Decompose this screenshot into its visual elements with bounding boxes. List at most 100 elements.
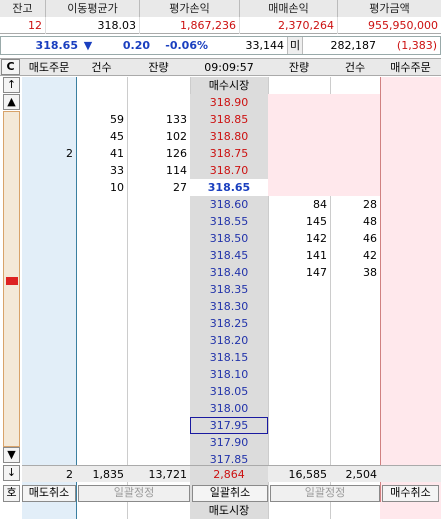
buy-qty-cell: [268, 145, 330, 162]
total-buy-count: 2,504: [345, 468, 378, 481]
price-cell[interactable]: 318.15: [190, 349, 268, 366]
buy-count-cell: [330, 315, 380, 332]
sell-order-cell[interactable]: [22, 332, 76, 349]
sell-order-cell[interactable]: [22, 230, 76, 247]
buy-order-cell[interactable]: [380, 383, 441, 400]
sell-order-cell[interactable]: [22, 162, 76, 179]
sell-qty-cell: [127, 196, 190, 213]
page-down-button[interactable]: ▼: [3, 447, 20, 463]
sell-order-cell[interactable]: [22, 264, 76, 281]
sell-order-cell[interactable]: [22, 213, 76, 230]
price-cell[interactable]: 318.05: [190, 383, 268, 400]
buy-qty-cell: 84: [313, 198, 327, 211]
buy-order-cell[interactable]: [380, 179, 441, 196]
open-interest: 282,187: [330, 39, 377, 52]
cancel-buy-button[interactable]: 매수취소: [382, 485, 439, 502]
book-row: 318.60 84 28: [22, 196, 441, 213]
buy-order-cell[interactable]: [380, 196, 441, 213]
buy-order-cell[interactable]: [380, 366, 441, 383]
sell-order-cell[interactable]: [22, 366, 76, 383]
book-row: 318.00: [22, 400, 441, 417]
sell-order-cell[interactable]: [22, 400, 76, 417]
price-cell[interactable]: 317.90: [190, 434, 268, 451]
sell-order-cell[interactable]: [22, 196, 76, 213]
buy-order-cell[interactable]: [380, 128, 441, 145]
price-cell[interactable]: 318.20: [190, 332, 268, 349]
price-cell[interactable]: 318.85: [190, 111, 268, 128]
price-cell[interactable]: 318.75: [190, 145, 268, 162]
price-cell[interactable]: 318.65: [190, 179, 268, 196]
scroll-top-button[interactable]: ↑: [3, 77, 20, 93]
price-cell[interactable]: 318.40: [190, 264, 268, 281]
price-cell[interactable]: 318.10: [190, 366, 268, 383]
price-cell[interactable]: 318.45: [190, 247, 268, 264]
price-cell[interactable]: 318.00: [190, 400, 268, 417]
buy-order-cell[interactable]: [380, 162, 441, 179]
sell-count-cell: [76, 196, 127, 213]
sell-qty-cell: 133: [166, 113, 187, 126]
sell-order-cell[interactable]: [22, 94, 76, 111]
buy-order-cell[interactable]: [380, 434, 441, 451]
price-change: 0.20: [122, 39, 150, 52]
price-cell[interactable]: 318.80: [190, 128, 268, 145]
sell-qty-cell: 27: [173, 181, 187, 194]
cancel-sell-button[interactable]: 매도취소: [22, 485, 76, 502]
sell-order-cell[interactable]: 2: [22, 145, 76, 162]
sell-qty-cell: [127, 264, 190, 281]
buy-order-cell[interactable]: [380, 400, 441, 417]
buy-qty-cell: [268, 281, 330, 298]
sell-order-cell[interactable]: [22, 383, 76, 400]
sell-count-cell: [76, 315, 127, 332]
bulk-cancel-button[interactable]: 일괄취소: [192, 485, 268, 502]
sell-order-cell[interactable]: [22, 417, 76, 434]
ho-button[interactable]: 호: [3, 485, 20, 502]
buy-count-cell: [330, 434, 380, 451]
price-cell[interactable]: 318.70: [190, 162, 268, 179]
sell-order-cell[interactable]: [22, 128, 76, 145]
price-cell[interactable]: 318.25: [190, 315, 268, 332]
scroll-thumb[interactable]: [6, 277, 18, 285]
page-up-button[interactable]: ▲: [3, 94, 20, 110]
buy-qty-cell: [268, 417, 330, 434]
buy-order-cell[interactable]: [380, 349, 441, 366]
price-cell[interactable]: 318.60: [190, 196, 268, 213]
buy-order-cell[interactable]: [380, 111, 441, 128]
sell-order-cell[interactable]: [22, 349, 76, 366]
buy-order-cell[interactable]: [380, 315, 441, 332]
sell-order-cell[interactable]: [22, 315, 76, 332]
sell-market-label[interactable]: 매도시장: [190, 502, 268, 519]
price-cell[interactable]: 318.35: [190, 281, 268, 298]
sell-order-cell[interactable]: [22, 434, 76, 451]
scroll-bottom-button[interactable]: ↓: [3, 465, 20, 481]
buy-order-cell[interactable]: [380, 213, 441, 230]
buy-order-cell[interactable]: [380, 298, 441, 315]
book-row: 318.20: [22, 332, 441, 349]
buy-order-cell[interactable]: [380, 230, 441, 247]
buy-order-cell[interactable]: [380, 247, 441, 264]
buy-order-cell[interactable]: [380, 332, 441, 349]
buy-order-cell[interactable]: [380, 145, 441, 162]
bulk-modify-buy-button[interactable]: 일괄정정: [270, 485, 380, 502]
bulk-modify-sell-button[interactable]: 일괄정정: [78, 485, 190, 502]
sell-order-cell[interactable]: [22, 298, 76, 315]
summary-balance: 12: [0, 17, 46, 34]
buy-qty-cell: [268, 162, 330, 179]
sell-order-cell[interactable]: [22, 111, 76, 128]
buy-market-label[interactable]: 매수시장: [190, 77, 268, 94]
buy-order-cell[interactable]: [380, 417, 441, 434]
sell-order-cell[interactable]: [22, 247, 76, 264]
book-row: 318.35: [22, 281, 441, 298]
sell-order-cell[interactable]: [22, 179, 76, 196]
buy-order-cell[interactable]: [380, 281, 441, 298]
sell-order-cell[interactable]: [22, 281, 76, 298]
price-cell[interactable]: 318.30: [190, 298, 268, 315]
buy-order-cell[interactable]: [380, 94, 441, 111]
price-cell[interactable]: 317.95: [190, 417, 268, 434]
buy-order-cell[interactable]: [380, 264, 441, 281]
sell-count-cell: 45: [110, 130, 124, 143]
price-cell[interactable]: 318.50: [190, 230, 268, 247]
price-cell[interactable]: 318.90: [190, 94, 268, 111]
buy-count-cell: 38: [363, 266, 377, 279]
price-cell[interactable]: 318.55: [190, 213, 268, 230]
c-button[interactable]: C: [1, 59, 20, 75]
